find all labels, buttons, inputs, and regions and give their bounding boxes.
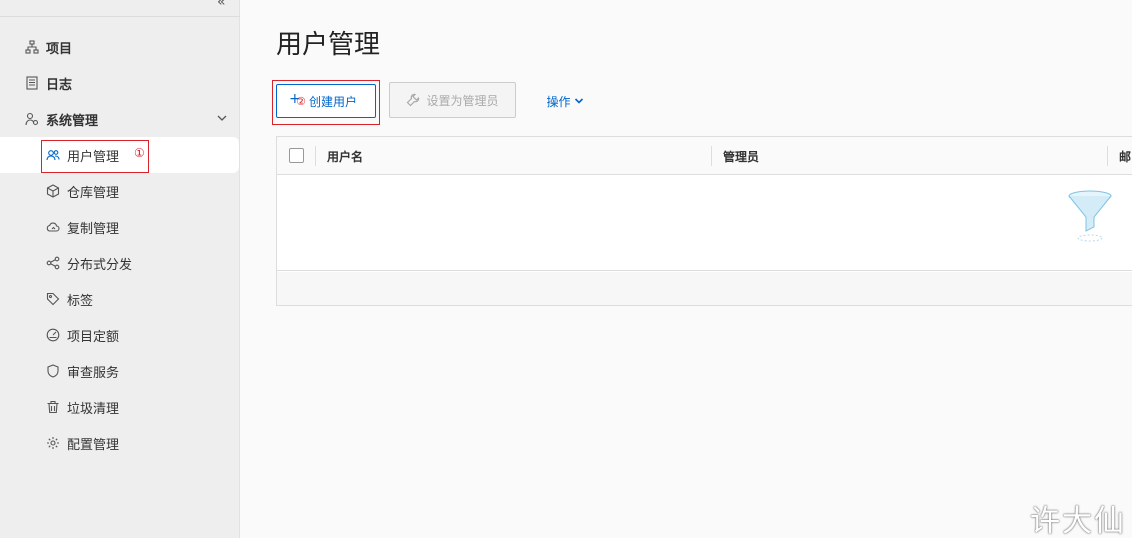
sidebar-item-user-management[interactable]: 用户管理 bbox=[0, 137, 239, 173]
shield-icon bbox=[46, 364, 60, 378]
sidebar-item-label: 项目定额 bbox=[67, 329, 120, 345]
sidebar-item-interrogation[interactable]: 审查服务 bbox=[0, 353, 240, 389]
nav-item-label: 系统管理 bbox=[46, 113, 99, 129]
wrench-icon bbox=[406, 93, 420, 107]
chevron-down-icon bbox=[574, 98, 583, 104]
dashboard-icon bbox=[46, 328, 60, 342]
sidebar-item-project-quota[interactable]: 项目定额 bbox=[0, 317, 240, 353]
nav-item-log[interactable]: 日志 bbox=[0, 65, 240, 101]
operations-label: 操作 bbox=[546, 94, 571, 109]
sidebar-item-label: 复制管理 bbox=[67, 221, 120, 237]
column-header-username[interactable]: 用户名 bbox=[327, 148, 363, 165]
gear-icon bbox=[46, 436, 60, 450]
sidebar-item-label: 垃圾清理 bbox=[67, 401, 120, 417]
trash-icon bbox=[46, 400, 60, 414]
system-admin-icon bbox=[25, 112, 39, 126]
set-as-admin-button[interactable]: 设置为管理员 bbox=[389, 82, 516, 118]
sidebar-item-label: 配置管理 bbox=[67, 437, 120, 453]
users-table: 用户名 管理员 邮 bbox=[276, 136, 1132, 306]
column-header-email[interactable]: 邮 bbox=[1119, 148, 1131, 165]
sidebar-item-repository[interactable]: 仓库管理 bbox=[0, 173, 240, 209]
table-footer bbox=[277, 272, 1132, 305]
collapse-icon[interactable]: « bbox=[217, 0, 226, 10]
funnel-icon bbox=[1068, 190, 1112, 242]
column-separator bbox=[711, 146, 712, 166]
sidebar-item-label: 仓库管理 bbox=[67, 185, 120, 201]
sidebar-item-labels[interactable]: 标签 bbox=[0, 281, 240, 317]
share-icon bbox=[46, 256, 60, 270]
cube-icon bbox=[46, 184, 60, 198]
chevron-down-icon[interactable] bbox=[216, 112, 228, 128]
sidebar-item-garbage-collection[interactable]: 垃圾清理 bbox=[0, 389, 240, 425]
annotation-number-1: ① bbox=[134, 146, 145, 160]
sidebar-item-distribution[interactable]: 分布式分发 bbox=[0, 245, 240, 281]
watermark: 许大仙 bbox=[1030, 504, 1126, 538]
nav-item-label: 项目 bbox=[46, 41, 73, 57]
column-separator bbox=[1107, 146, 1108, 166]
sidebar-collapse-bar: « bbox=[0, 0, 240, 17]
tag-icon bbox=[46, 292, 60, 306]
cloud-icon bbox=[46, 220, 60, 234]
select-all-checkbox[interactable] bbox=[289, 148, 304, 163]
page-title: 用户管理 bbox=[276, 30, 381, 60]
table-empty-state bbox=[277, 175, 1132, 271]
column-separator bbox=[315, 146, 316, 166]
sidebar: « 项目 日志 系统管理 用户管理 仓库管理 复制管理 分布式分发 标签 项目定… bbox=[0, 0, 240, 538]
sidebar-item-replication[interactable]: 复制管理 bbox=[0, 209, 240, 245]
sidebar-item-label: 分布式分发 bbox=[67, 257, 133, 273]
table-header: 用户名 管理员 邮 bbox=[277, 137, 1132, 175]
annotation-number-2: ② bbox=[296, 95, 306, 108]
create-user-label: 创建用户 bbox=[308, 94, 357, 109]
set-as-admin-label: 设置为管理员 bbox=[426, 93, 499, 108]
sidebar-item-label: 标签 bbox=[67, 293, 94, 309]
users-icon bbox=[46, 148, 60, 162]
log-icon bbox=[25, 76, 39, 90]
nav-item-label: 日志 bbox=[46, 77, 73, 93]
sidebar-item-configuration[interactable]: 配置管理 bbox=[0, 425, 240, 461]
nav-item-project[interactable]: 项目 bbox=[0, 29, 240, 65]
sidebar-item-label: 用户管理 bbox=[67, 149, 120, 165]
project-icon bbox=[25, 40, 39, 54]
operations-dropdown[interactable]: 操作 bbox=[540, 84, 590, 118]
sidebar-item-label: 审查服务 bbox=[67, 365, 120, 381]
nav-item-system-admin[interactable]: 系统管理 bbox=[0, 101, 240, 137]
column-header-admin[interactable]: 管理员 bbox=[723, 148, 759, 165]
